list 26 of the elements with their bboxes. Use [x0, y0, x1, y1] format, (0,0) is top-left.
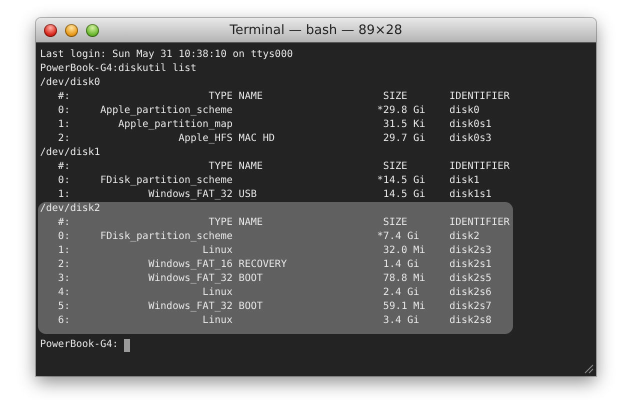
terminal-line: 0: FDisk_partition_scheme *14.5 Gi disk1 — [57, 174, 480, 188]
terminal-line: Last login: Sun May 31 10:38:10 on ttys000 — [40, 48, 294, 62]
terminal-line: 1: Linux 32.0 Mi disk2s3 — [57, 244, 493, 258]
terminal-line: 5: Windows_FAT_32 BOOT 59.1 Mi disk2s7 — [57, 300, 493, 314]
terminal-line: 6: Linux 3.4 Gi disk2s8 — [57, 314, 493, 328]
terminal-line: /dev/disk2 — [40, 202, 102, 216]
terminal-line: 0: Apple_partition_scheme *29.8 Gi disk0 — [57, 104, 480, 118]
terminal-line: PowerBook-G4:diskutil list — [40, 62, 198, 76]
terminal-line: #: TYPE NAME SIZE IDENTIFIER — [57, 160, 511, 174]
terminal-line: /dev/disk0 — [40, 76, 102, 90]
zoom-button[interactable] — [86, 24, 99, 36]
terminal-line: /dev/disk1 — [40, 146, 102, 160]
minimize-button[interactable] — [65, 24, 78, 36]
terminal-line: 1: Apple_partition_map 31.5 Ki disk0s1 — [57, 118, 493, 132]
terminal-line: #: TYPE NAME SIZE IDENTIFIER — [57, 216, 510, 230]
resize-grip-icon[interactable] — [582, 362, 594, 374]
terminal-line: 0: FDisk_partition_scheme *7.4 Gi disk2 — [57, 230, 480, 244]
terminal-line: 2: Windows_FAT_16 RECOVERY 1.4 Gi disk2s1 — [57, 258, 493, 272]
terminal-line: #: TYPE NAME SIZE IDENTIFIER — [57, 90, 511, 104]
terminal-line: 2: Apple_HFS MAC HD 29.7 Gi disk0s3 — [57, 132, 493, 146]
terminal-line: 4: Linux 2.4 Gi disk2s6 — [57, 286, 493, 300]
close-button[interactable] — [44, 24, 57, 36]
terminal-line: 3: Windows_FAT_32 BOOT 78.8 Mi disk2s5 — [57, 272, 493, 286]
window-title: Terminal — bash — 89×28 — [230, 22, 402, 38]
terminal-prompt: PowerBook-G4: — [40, 338, 118, 352]
terminal-line: 1: Windows_FAT_32 USB 14.5 Gi disk1s1 — [57, 188, 493, 202]
